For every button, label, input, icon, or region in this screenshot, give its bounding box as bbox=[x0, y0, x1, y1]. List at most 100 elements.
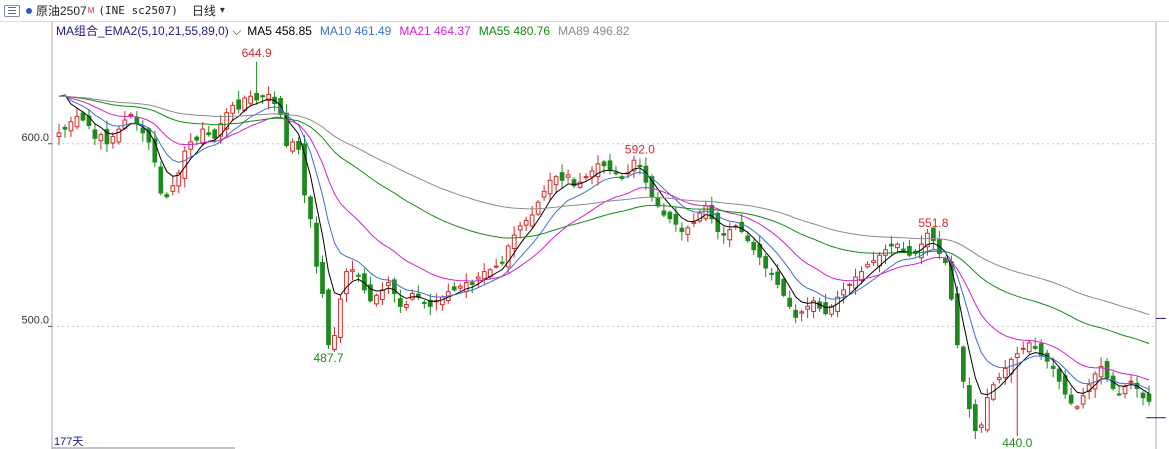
candle[interactable] bbox=[577, 173, 583, 190]
candle[interactable] bbox=[595, 155, 601, 186]
candle[interactable] bbox=[499, 255, 505, 266]
candle[interactable] bbox=[254, 61, 259, 105]
candle[interactable] bbox=[937, 230, 942, 260]
candle[interactable] bbox=[559, 164, 565, 189]
candle[interactable] bbox=[1080, 387, 1086, 409]
candle[interactable] bbox=[248, 90, 254, 106]
candle[interactable] bbox=[793, 304, 799, 323]
candle[interactable] bbox=[535, 199, 541, 216]
candle[interactable] bbox=[344, 268, 349, 302]
candle[interactable] bbox=[404, 300, 409, 311]
candle[interactable] bbox=[805, 297, 810, 319]
candle[interactable] bbox=[781, 277, 787, 298]
candle[interactable] bbox=[1008, 357, 1014, 383]
candle[interactable] bbox=[877, 252, 882, 273]
indicator-chevron-icon[interactable]: ⌵ bbox=[229, 24, 241, 38]
candle[interactable] bbox=[541, 185, 547, 201]
candle[interactable] bbox=[260, 93, 265, 105]
candle[interactable] bbox=[206, 126, 212, 137]
candle[interactable] bbox=[451, 281, 457, 292]
candle[interactable] bbox=[457, 283, 463, 292]
candle[interactable] bbox=[727, 222, 733, 248]
candle[interactable] bbox=[104, 120, 110, 153]
candle[interactable] bbox=[1014, 346, 1020, 436]
candle[interactable] bbox=[1074, 404, 1080, 411]
candle[interactable] bbox=[134, 111, 140, 131]
candle[interactable] bbox=[799, 309, 804, 322]
candle[interactable] bbox=[110, 132, 116, 149]
candle[interactable] bbox=[589, 166, 595, 185]
candle[interactable] bbox=[517, 221, 523, 239]
indicator-legend[interactable]: MA组合_EMA2(5,10,21,55,89,0) ⌵ MA5 458.85 MA… bbox=[56, 23, 630, 38]
candle[interactable] bbox=[978, 422, 984, 433]
candle[interactable] bbox=[685, 225, 691, 243]
candle[interactable] bbox=[667, 210, 673, 224]
candle[interactable] bbox=[302, 135, 307, 204]
candle[interactable] bbox=[398, 289, 403, 314]
candle[interactable] bbox=[1068, 387, 1074, 406]
candle[interactable] bbox=[493, 258, 499, 269]
candle[interactable] bbox=[290, 138, 295, 154]
candle[interactable] bbox=[565, 169, 571, 183]
candle[interactable] bbox=[481, 263, 487, 285]
candle[interactable] bbox=[188, 133, 194, 158]
candle[interactable] bbox=[583, 173, 589, 181]
candle[interactable] bbox=[350, 260, 355, 281]
candle[interactable] bbox=[475, 271, 481, 288]
candle[interactable] bbox=[92, 123, 98, 146]
candle[interactable] bbox=[553, 174, 559, 194]
candle[interactable] bbox=[996, 372, 1002, 384]
candle[interactable] bbox=[865, 261, 870, 269]
candle[interactable] bbox=[230, 101, 236, 122]
candle[interactable] bbox=[757, 235, 763, 266]
candle[interactable] bbox=[427, 293, 433, 316]
candle[interactable] bbox=[62, 124, 68, 138]
candle[interactable] bbox=[529, 206, 535, 229]
candle[interactable] bbox=[571, 176, 577, 189]
candle[interactable] bbox=[547, 172, 553, 201]
candle[interactable] bbox=[439, 295, 445, 312]
candle[interactable] bbox=[74, 107, 80, 130]
candle[interactable] bbox=[314, 216, 319, 274]
candle[interactable] bbox=[607, 153, 613, 175]
candle[interactable] bbox=[433, 293, 439, 311]
candle[interactable] bbox=[326, 288, 331, 349]
candle[interactable] bbox=[763, 253, 769, 278]
candle[interactable] bbox=[56, 123, 62, 146]
candle[interactable] bbox=[960, 345, 966, 389]
candle[interactable] bbox=[679, 222, 685, 241]
candle[interactable] bbox=[811, 296, 816, 319]
candle[interactable] bbox=[386, 276, 391, 295]
candle[interactable] bbox=[332, 326, 337, 352]
candle[interactable] bbox=[68, 116, 74, 137]
candle[interactable] bbox=[140, 120, 146, 142]
candle[interactable] bbox=[463, 273, 469, 299]
menu-icon[interactable] bbox=[4, 4, 20, 17]
candle[interactable] bbox=[907, 240, 912, 258]
symbol-name[interactable]: 原油2507 bbox=[36, 2, 87, 19]
candle[interactable] bbox=[164, 191, 170, 199]
candle[interactable] bbox=[421, 300, 427, 309]
candle[interactable] bbox=[691, 213, 697, 228]
candle[interactable] bbox=[661, 203, 667, 218]
candlestick-chart[interactable]: 500.0 600.0 644.9 487.7 592.0 551.8 440.0 MA组合_… bbox=[0, 22, 1169, 449]
candle[interactable] bbox=[338, 294, 343, 343]
period-selector[interactable]: 日线 bbox=[192, 2, 216, 19]
candle[interactable] bbox=[1044, 349, 1050, 369]
candle[interactable] bbox=[158, 161, 164, 196]
candle[interactable] bbox=[320, 255, 325, 298]
candle[interactable] bbox=[224, 108, 230, 139]
candle[interactable] bbox=[170, 176, 176, 196]
candle[interactable] bbox=[362, 268, 367, 294]
candle[interactable] bbox=[972, 399, 978, 439]
candle[interactable] bbox=[1116, 385, 1122, 397]
candle[interactable] bbox=[266, 86, 271, 110]
candle[interactable] bbox=[769, 267, 775, 281]
candle[interactable] bbox=[966, 377, 972, 418]
candle[interactable] bbox=[98, 132, 104, 150]
candle[interactable] bbox=[445, 283, 451, 304]
candle[interactable] bbox=[1032, 337, 1038, 351]
candle[interactable] bbox=[116, 125, 122, 145]
candle[interactable] bbox=[1140, 391, 1146, 406]
candle[interactable] bbox=[308, 194, 313, 228]
